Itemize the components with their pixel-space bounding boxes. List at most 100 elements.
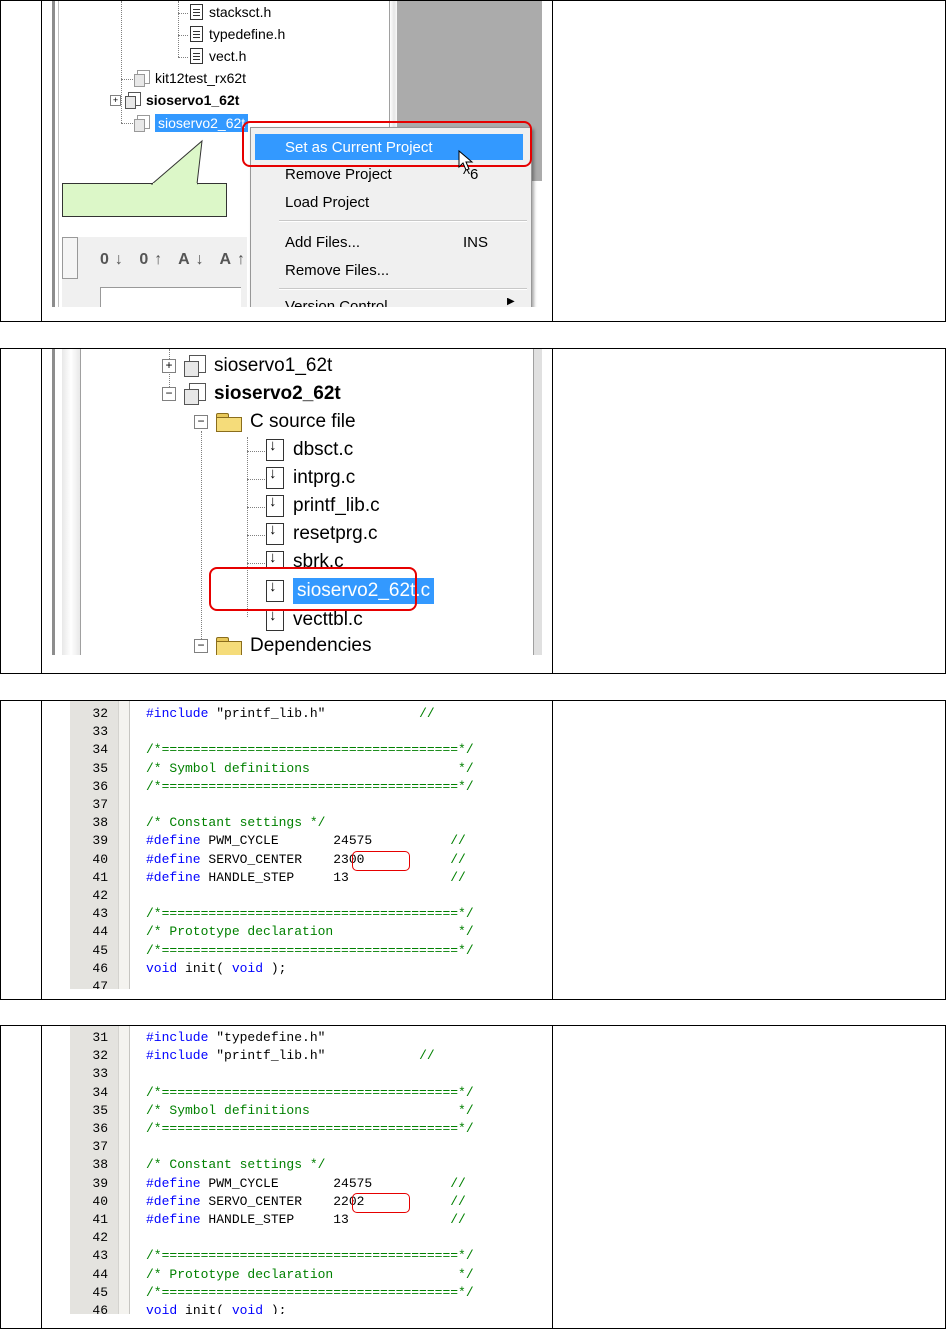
tree-file-stacksct[interactable]: stacksct.h: [190, 4, 271, 20]
code-line: 34 /*====================================…: [70, 741, 530, 759]
tree-file-resetprg[interactable]: resetprg.c: [266, 521, 378, 545]
menu-separator: [279, 220, 527, 222]
code-text[interactable]: #define SERVO_CENTER 2202 //: [146, 1193, 466, 1211]
tree-line: [247, 507, 265, 508]
code-text[interactable]: #include "printf_lib.h" //: [146, 1047, 435, 1065]
code-line: 37: [70, 796, 530, 814]
code-line: 35 /* Symbol definitions */: [70, 760, 530, 778]
ide-project-tree-zoomed: + sioservo1_62t − sioservo2_62t − C sour…: [52, 349, 542, 655]
note-cell: [553, 349, 945, 673]
menu-item-label: Remove Project: [285, 165, 392, 183]
tree-line: [247, 479, 265, 480]
line-number: 36: [92, 1121, 108, 1136]
highlight-frame: [242, 121, 532, 167]
pane-left-border: [52, 349, 55, 655]
tree-project-sioservo2[interactable]: − sioservo2_62t: [162, 383, 341, 405]
tree-file-printf-lib[interactable]: printf_lib.c: [266, 493, 380, 517]
code-line: 41 #define HANDLE_STEP 13 //: [70, 1211, 525, 1229]
code-line: 43 /*====================================…: [70, 1247, 525, 1265]
menu-item-remove-files[interactable]: Remove Files...: [251, 258, 531, 282]
code-line: 37: [70, 1138, 525, 1156]
code-text[interactable]: #include "typedefine.h": [146, 1029, 325, 1047]
code-text[interactable]: /*======================================…: [146, 942, 474, 960]
menu-item-version-control[interactable]: Version Control ▶: [251, 298, 531, 307]
tree-folder-dependencies[interactable]: − Dependencies: [194, 635, 371, 655]
expand-icon[interactable]: +: [110, 94, 121, 106]
tree-project-label: sioservo1_62t: [214, 355, 333, 376]
tree-file-vecttbl[interactable]: vecttbl.c: [266, 609, 363, 631]
tree-file-dbsct[interactable]: dbsct.c: [266, 437, 353, 461]
pane-left-border: [52, 1, 55, 307]
line-number: 37: [92, 1139, 108, 1155]
screenshot-cell: 32 #include "printf_lib.h" // 33 34 /*======…: [42, 701, 553, 999]
code-text[interactable]: void init( void );: [146, 960, 286, 978]
code-line: 39 #define PWM_CYCLE 24575 //: [70, 1175, 525, 1193]
code-line: 31 #include "typedefine.h": [70, 1029, 525, 1047]
code-text[interactable]: /*======================================…: [146, 1284, 474, 1302]
folder-icon: [216, 413, 242, 432]
line-number: 45: [92, 942, 108, 958]
code-line: 39 #define PWM_CYCLE 24575 //: [70, 832, 530, 850]
source-file-icon: [266, 437, 284, 461]
code-text[interactable]: /*======================================…: [146, 778, 474, 796]
dock-handle-icon[interactable]: [62, 237, 78, 279]
line-number: 46: [92, 1303, 108, 1314]
tree-project-sioservo1[interactable]: + sioservo1_62t: [110, 92, 239, 109]
code-text[interactable]: /* Symbol definitions */: [146, 1102, 474, 1120]
tree-project-kit12test[interactable]: kit12test_rx62t: [134, 70, 247, 87]
code-text[interactable]: /* Constant settings */: [146, 814, 325, 832]
code-line: 45 /*====================================…: [70, 1284, 525, 1302]
code-text[interactable]: #define SERVO_CENTER 2300 //: [146, 851, 466, 869]
code-text[interactable]: /* Symbol definitions */: [146, 760, 474, 778]
code-line: 36 /*====================================…: [70, 778, 530, 796]
tree-project-label: kit12test_rx62t: [155, 70, 247, 86]
tree-folder-c-source[interactable]: − C source file: [194, 411, 356, 433]
tree-file-sbrk[interactable]: sbrk.c: [266, 551, 344, 567]
line-number: 41: [92, 1212, 108, 1227]
menu-item-load-project[interactable]: Load Project: [251, 190, 531, 214]
code-text[interactable]: /*======================================…: [146, 905, 474, 923]
tree-file-intprg[interactable]: intprg.c: [266, 465, 355, 489]
tree-file-typedefine[interactable]: typedefine.h: [190, 26, 285, 42]
code-text[interactable]: #define PWM_CYCLE 24575 //: [146, 1175, 466, 1193]
code-text[interactable]: /*======================================…: [146, 1084, 474, 1102]
screenshot-cell: + sioservo1_62t − sioservo2_62t − C sour…: [42, 349, 553, 673]
tree-file-label: resetprg.c: [293, 523, 378, 544]
tree-project-sioservo2[interactable]: sioservo2_62t: [134, 114, 249, 132]
tree-folder-label: C source file: [250, 411, 356, 432]
tree-file-label: sbrk.c: [293, 551, 344, 567]
line-number: 40: [92, 1193, 108, 1209]
line-number: 44: [92, 1266, 108, 1282]
code-text[interactable]: #include "printf_lib.h" //: [146, 705, 435, 723]
tree-file-vect[interactable]: vect.h: [190, 48, 246, 64]
tree-line: [247, 535, 265, 536]
collapse-icon[interactable]: −: [162, 387, 176, 401]
project-icon: [184, 383, 206, 405]
code-text[interactable]: /*======================================…: [146, 741, 474, 759]
scrollbar[interactable]: [533, 349, 542, 655]
menu-separator: [279, 288, 527, 290]
sort-buttons-icon[interactable]: 0↓ 0↑ A↓ A↑: [100, 251, 251, 269]
code-text[interactable]: #define HANDLE_STEP 13 //: [146, 869, 466, 887]
menu-item-add-files[interactable]: Add Files... INS: [251, 230, 531, 254]
expand-icon[interactable]: +: [162, 359, 176, 373]
tree-project-sioservo1[interactable]: + sioservo1_62t: [162, 355, 332, 377]
code-text[interactable]: /*======================================…: [146, 1120, 474, 1138]
code-text[interactable]: #define HANDLE_STEP 13 //: [146, 1211, 466, 1229]
code-text[interactable]: /* Prototype declaration */: [146, 1266, 474, 1284]
menu-item-remove-project[interactable]: Remove Project ^6: [251, 164, 531, 184]
tree-file-label: printf_lib.c: [293, 495, 380, 516]
code-text[interactable]: void init( void );: [146, 1302, 286, 1314]
code-text[interactable]: /* Prototype declaration */: [146, 923, 474, 941]
collapse-icon[interactable]: −: [194, 639, 208, 653]
code-text[interactable]: #define PWM_CYCLE 24575 //: [146, 832, 466, 850]
note-cell: [553, 1026, 945, 1328]
code-line: 42: [70, 1229, 525, 1247]
tree-line: [247, 563, 265, 564]
step-row-2: + sioservo1_62t − sioservo2_62t − C sour…: [0, 348, 946, 674]
line-number: 34: [92, 742, 108, 758]
collapse-icon[interactable]: −: [194, 415, 208, 429]
line-number: 33: [92, 724, 108, 740]
code-text[interactable]: /*======================================…: [146, 1247, 474, 1265]
code-text[interactable]: /* Constant settings */: [146, 1156, 325, 1174]
